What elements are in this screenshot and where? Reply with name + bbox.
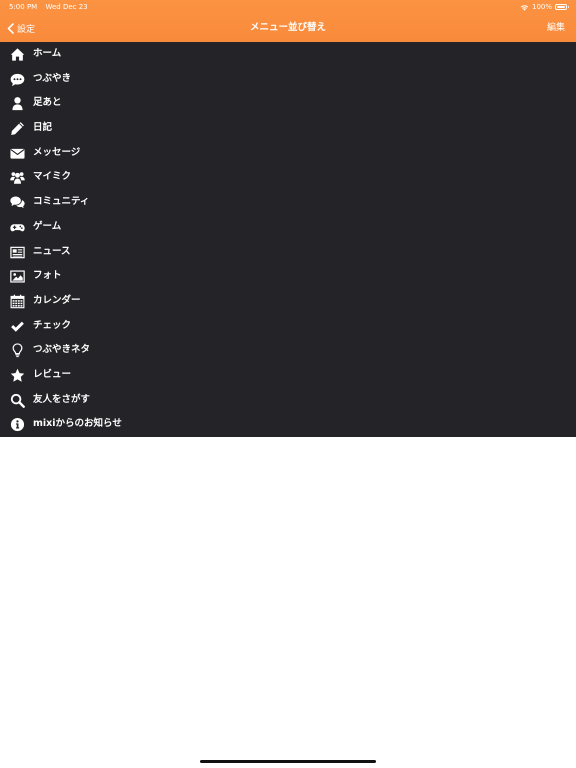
menu-item-label: つぶやき (33, 72, 72, 84)
search-icon (9, 392, 25, 408)
menu-item-news[interactable]: ニュース (0, 240, 576, 265)
menu-item-label: カレンダー (33, 294, 81, 306)
home-icon (9, 47, 25, 63)
menu-list: ホーム つぶやき 足あと 日記 メッセージ マイミク コミュニティ ゲーム ニュ… (0, 42, 576, 437)
group-icon (9, 170, 25, 186)
menu-item-tweet-topics[interactable]: つぶやきネタ (0, 338, 576, 363)
menu-item-community[interactable]: コミュニティ (0, 190, 576, 215)
comments-icon (9, 195, 25, 211)
menu-item-label: ニュース (33, 245, 71, 257)
menu-item-mymixi[interactable]: マイミク (0, 165, 576, 190)
menu-item-label: つぶやきネタ (33, 344, 91, 356)
menu-item-label: 日記 (33, 122, 53, 134)
user-icon (9, 96, 25, 112)
menu-item-footprints[interactable]: 足あと (0, 91, 576, 116)
newspaper-icon (9, 244, 25, 260)
pencil-icon (9, 121, 25, 137)
menu-item-label: コミュニティ (33, 196, 90, 208)
edit-button[interactable]: 編集 (547, 14, 565, 42)
menu-item-label: 友人をさがす (33, 393, 91, 405)
menu-item-photos[interactable]: フォト (0, 264, 576, 289)
menu-item-games[interactable]: ゲーム (0, 215, 576, 240)
home-indicator (200, 760, 376, 763)
status-date: Wed Dec 23 (45, 3, 88, 11)
battery-icon (555, 4, 569, 10)
menu-item-label: レビュー (33, 368, 72, 380)
envelope-icon (9, 145, 25, 161)
lightbulb-icon (9, 343, 25, 359)
menu-item-label: メッセージ (33, 146, 81, 158)
check-icon (9, 318, 25, 334)
info-icon (9, 417, 25, 433)
menu-item-announcements[interactable]: mixiからのお知らせ (0, 412, 576, 437)
menu-item-check[interactable]: チェック (0, 314, 576, 339)
menu-item-label: mixiからのお知らせ (33, 418, 122, 430)
star-icon (9, 367, 25, 383)
menu-item-home[interactable]: ホーム (0, 42, 576, 67)
speech-bubble-icon (9, 71, 25, 87)
menu-item-find-friends[interactable]: 友人をさがす (0, 388, 576, 413)
gamepad-icon (9, 219, 25, 235)
menu-item-diary[interactable]: 日記 (0, 116, 576, 141)
menu-item-label: 足あと (33, 97, 62, 109)
menu-item-label: マイミク (33, 171, 72, 183)
page-title: メニュー並び替え (249, 22, 326, 33)
menu-item-label: フォト (33, 270, 62, 282)
status-bar: 5:00 PM Wed Dec 23 100% (0, 0, 576, 14)
navigation-header: 5:00 PM Wed Dec 23 100% 設定 メニュー並び替え 編集 (0, 0, 576, 42)
photo-icon (9, 269, 25, 285)
menu-item-tweets[interactable]: つぶやき (0, 67, 576, 92)
menu-item-label: チェック (33, 319, 72, 331)
battery-percent: 100% (531, 3, 552, 11)
menu-item-label: ホーム (33, 48, 62, 59)
menu-item-label: ゲーム (33, 220, 62, 232)
calendar-icon (9, 293, 25, 309)
status-time: 5:00 PM (9, 3, 38, 11)
menu-item-reviews[interactable]: レビュー (0, 363, 576, 388)
wifi-icon (520, 4, 529, 11)
menu-item-calendar[interactable]: カレンダー (0, 289, 576, 314)
menu-item-messages[interactable]: メッセージ (0, 141, 576, 166)
